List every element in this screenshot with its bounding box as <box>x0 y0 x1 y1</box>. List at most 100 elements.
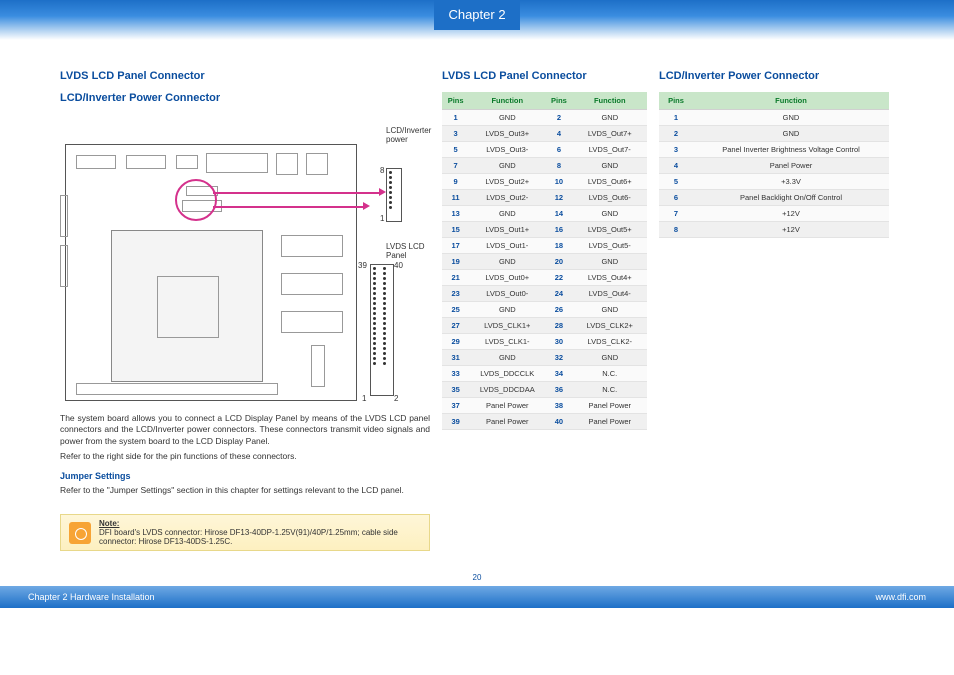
pin-function: LVDS_Out2+ <box>469 174 545 190</box>
pin-function: GND <box>573 158 647 174</box>
table-row: 33LVDS_DDCCLK34N.C. <box>442 366 647 382</box>
table-row: 8+12V <box>659 222 889 238</box>
pin-number: 5 <box>442 142 469 158</box>
paragraph-refer: Refer to the right side for the pin func… <box>60 451 430 462</box>
pin-number: 15 <box>442 222 469 238</box>
pin-number: 2 <box>545 110 572 126</box>
table-row: 21LVDS_Out0+22LVDS_Out4+ <box>442 270 647 286</box>
pin-function: +12V <box>693 222 889 238</box>
table-row: 29LVDS_CLK1-30LVDS_CLK2- <box>442 334 647 350</box>
pin-number: 27 <box>442 318 469 334</box>
lvds-pin-table: Pins Function Pins Function 1GND2GND3LVD… <box>442 92 647 430</box>
pin-function: LVDS_CLK1- <box>469 334 545 350</box>
pin-number: 11 <box>442 190 469 206</box>
pin-function: LVDS_DDCDAA <box>469 382 545 398</box>
pin-number: 20 <box>545 254 572 270</box>
pin-function: LVDS_Out6+ <box>573 174 647 190</box>
pin-label: 2 <box>394 394 398 403</box>
pin-number: 7 <box>442 158 469 174</box>
pin-function: GND <box>693 126 889 142</box>
pin-function: LVDS_Out1+ <box>469 222 545 238</box>
pin-function: LVDS_Out0+ <box>469 270 545 286</box>
pin-number: 18 <box>545 238 572 254</box>
diagram-label-inverter: LCD/Inverter power <box>386 126 431 144</box>
th-function: Function <box>469 92 545 110</box>
inverter-connector-diagram <box>386 168 402 222</box>
pin-number: 10 <box>545 174 572 190</box>
arrowhead-top <box>379 188 386 196</box>
board-component <box>281 235 343 257</box>
board-component <box>176 155 198 169</box>
pin-number: 32 <box>545 350 572 366</box>
pin-function: GND <box>469 206 545 222</box>
pin-function: GND <box>573 110 647 126</box>
pin-function: LVDS_DDCCLK <box>469 366 545 382</box>
table-row: 27LVDS_CLK1+28LVDS_CLK2+ <box>442 318 647 334</box>
table-row: 35LVDS_DDCDAA36N.C. <box>442 382 647 398</box>
table-row: 11LVDS_Out2-12LVDS_Out6- <box>442 190 647 206</box>
board-component <box>281 273 343 295</box>
note-box: Note: DFI board's LVDS connector: Hirose… <box>60 514 430 551</box>
table-row: 17LVDS_Out1-18LVDS_Out5- <box>442 238 647 254</box>
note-text: Note: DFI board's LVDS connector: Hirose… <box>99 519 421 546</box>
pin-number: 29 <box>442 334 469 350</box>
pin-label: 8 <box>380 166 384 175</box>
pin-number: 7 <box>659 206 693 222</box>
heading-lvds-table: LVDS LCD Panel Connector <box>442 70 647 82</box>
pin-number: 33 <box>442 366 469 382</box>
pin-number: 4 <box>545 126 572 142</box>
note-body: DFI board's LVDS connector: Hirose DF13-… <box>99 528 398 546</box>
board-component <box>76 383 278 395</box>
th-pins: Pins <box>442 92 469 110</box>
pin-function: GND <box>469 110 545 126</box>
pin-function: Panel Power <box>573 398 647 414</box>
pin-number: 8 <box>545 158 572 174</box>
pin-number: 25 <box>442 302 469 318</box>
pin-function: GND <box>573 254 647 270</box>
footer-left: Chapter 2 Hardware Installation <box>28 592 155 602</box>
pin-function: LVDS_CLK2- <box>573 334 647 350</box>
subhead-jumper: Jumper Settings <box>60 471 430 481</box>
table-row: 25GND26GND <box>442 302 647 318</box>
left-column: LVDS LCD Panel Connector LCD/Inverter Po… <box>60 70 430 551</box>
pin-function: Panel Power <box>573 414 647 430</box>
pin-function: LVDS_Out4+ <box>573 270 647 286</box>
board-component <box>206 153 268 173</box>
pin-function: LVDS_Out6- <box>573 190 647 206</box>
board-component <box>281 311 343 333</box>
inner-chip <box>157 276 219 338</box>
pin-function: LVDS_Out4- <box>573 286 647 302</box>
pin-number: 21 <box>442 270 469 286</box>
pin-number: 3 <box>442 126 469 142</box>
pin-function: Panel Inverter Brightness Voltage Contro… <box>693 142 889 158</box>
table-row: 7GND8GND <box>442 158 647 174</box>
pin-number: 35 <box>442 382 469 398</box>
pin-number: 1 <box>442 110 469 126</box>
main-chip-outline <box>111 230 263 382</box>
table-row: 9LVDS_Out2+10LVDS_Out6+ <box>442 174 647 190</box>
pin-function: LVDS_Out5- <box>573 238 647 254</box>
pin-function: LVDS_Out7+ <box>573 126 647 142</box>
pin-number: 12 <box>545 190 572 206</box>
pin-function: GND <box>573 206 647 222</box>
pin-label: 40 <box>394 261 403 270</box>
callout-circle <box>175 179 217 221</box>
pin-number: 30 <box>545 334 572 350</box>
pin-function: GND <box>693 110 889 126</box>
pin-number: 24 <box>545 286 572 302</box>
pin-number: 39 <box>442 414 469 430</box>
pin-number: 1 <box>659 110 693 126</box>
pin-function: GND <box>573 350 647 366</box>
pin-function: +12V <box>693 206 889 222</box>
board-component <box>276 153 298 175</box>
table-row: 4Panel Power <box>659 158 889 174</box>
pin-number: 14 <box>545 206 572 222</box>
pin-function: Panel Backlight On/Off Control <box>693 190 889 206</box>
pin-function: GND <box>469 302 545 318</box>
pin-number: 26 <box>545 302 572 318</box>
pin-function: GND <box>469 158 545 174</box>
pin-number: 38 <box>545 398 572 414</box>
pin-number: 6 <box>545 142 572 158</box>
th-function: Function <box>573 92 647 110</box>
th-function: Function <box>693 92 889 110</box>
